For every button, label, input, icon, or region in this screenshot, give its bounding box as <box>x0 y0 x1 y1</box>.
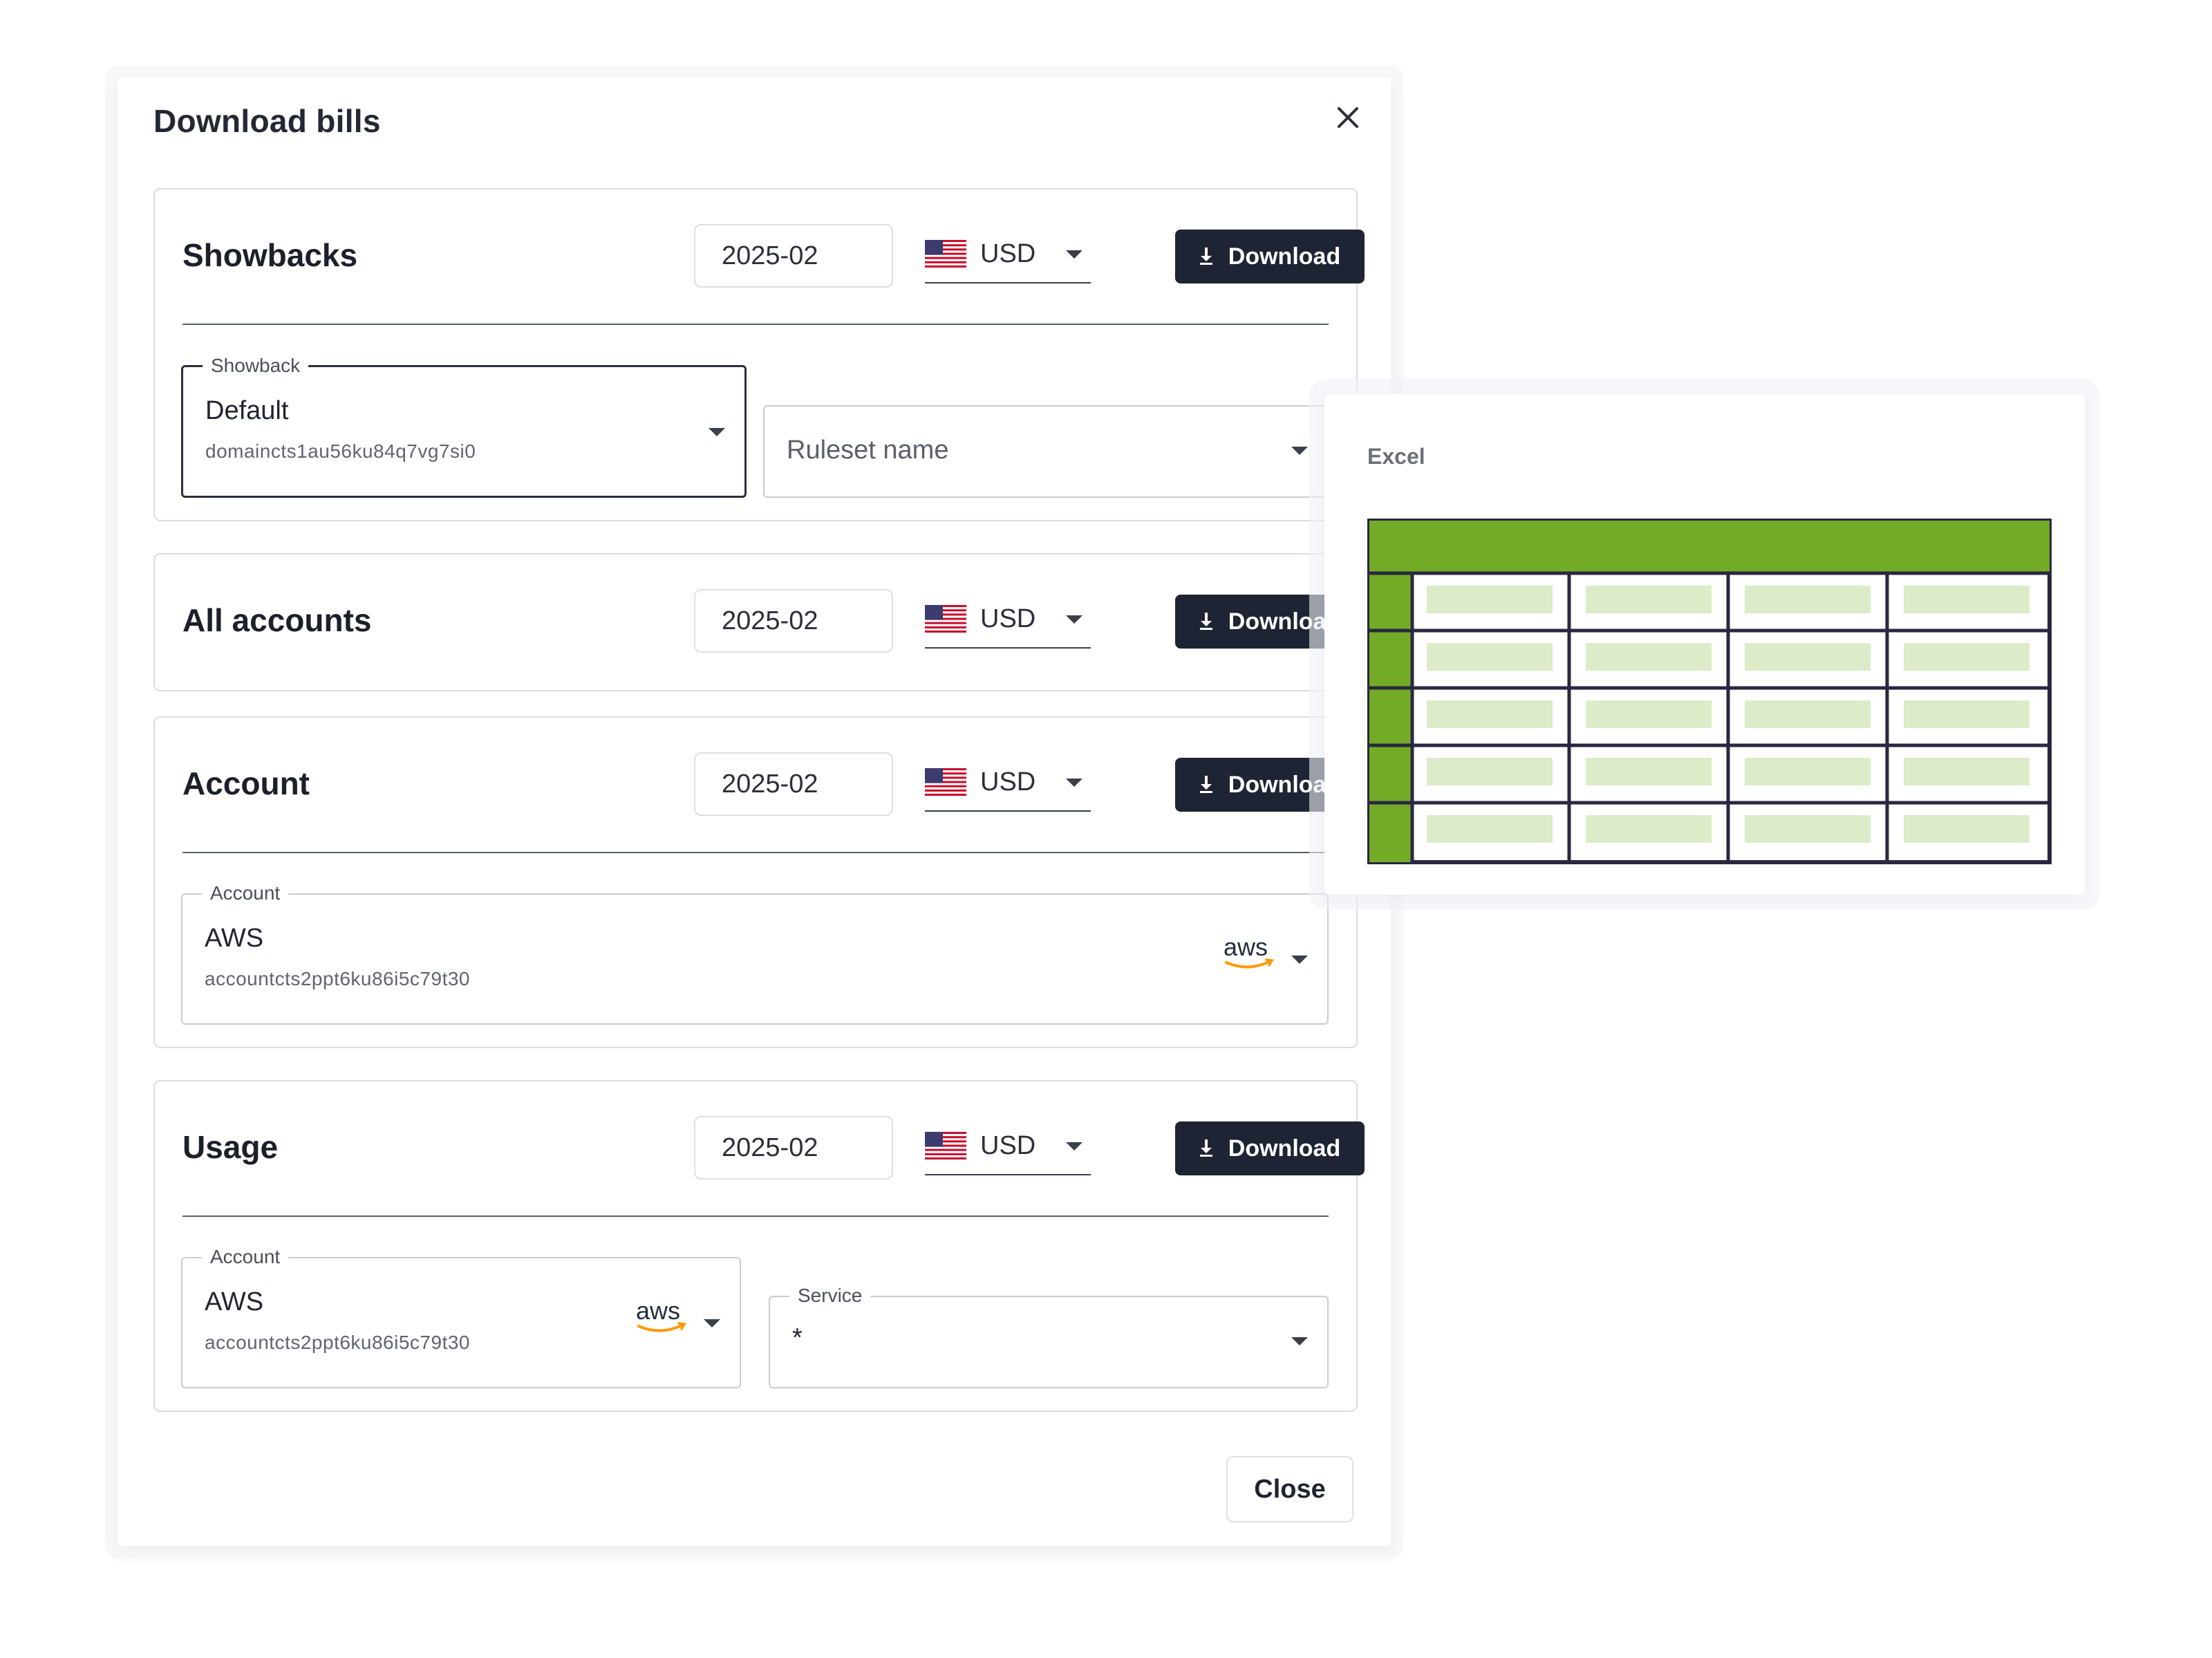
download-icon <box>1199 776 1212 793</box>
currency-select[interactable]: USD <box>925 225 1091 283</box>
showback-select[interactable]: Showback Default domaincts1au56ku84q7vg7… <box>181 355 747 498</box>
caret-down-icon <box>709 428 725 436</box>
excel-preview-panel: Excel <box>1324 394 2085 895</box>
download-bills-dialog: Download bills Showbacks 2025-02 USD Dow… <box>118 77 1391 1546</box>
currency-select[interactable]: USD <box>925 590 1091 649</box>
section-title: Usage <box>182 1129 279 1165</box>
date-input[interactable]: 2025-02 <box>694 224 893 288</box>
usage-account-select[interactable]: Account AWS accountcts2ppt6ku86i5c79t30 … <box>181 1246 741 1388</box>
select-placeholder: Ruleset name <box>787 436 949 465</box>
caret-down-icon <box>1066 779 1082 787</box>
dialog-title: Download bills <box>153 103 381 139</box>
currency-select[interactable]: USD <box>925 754 1091 812</box>
download-button[interactable]: Download <box>1175 1121 1365 1175</box>
caret-down-icon <box>1066 615 1082 624</box>
aws-logo: aws <box>636 1296 687 1339</box>
close-icon[interactable] <box>1329 98 1367 137</box>
date-input[interactable]: 2025-02 <box>694 752 893 816</box>
close-button[interactable]: Close <box>1226 1456 1353 1522</box>
section-title: Showbacks <box>182 237 358 273</box>
caret-down-icon <box>1291 447 1308 455</box>
ruleset-select[interactable]: Ruleset name <box>763 405 1329 498</box>
download-icon <box>1199 613 1212 630</box>
all-accounts-card: All accounts 2025-02 USD Download <box>153 553 1365 691</box>
select-label: Account <box>202 1246 289 1268</box>
select-label: Showback <box>203 355 309 377</box>
select-label: Account <box>202 882 289 904</box>
us-flag-icon <box>925 240 966 268</box>
us-flag-icon <box>925 1132 966 1159</box>
download-icon <box>1199 1139 1212 1157</box>
section-title: Account <box>182 765 310 801</box>
select-label: Service <box>789 1285 871 1307</box>
select-value: AWS <box>205 924 264 953</box>
download-label: Download <box>1228 608 1341 635</box>
caret-down-icon <box>1066 1142 1082 1151</box>
caret-down-icon <box>704 1319 720 1328</box>
currency-value: USD <box>980 239 1036 268</box>
account-card: Account 2025-02 USD Download Account AWS… <box>153 716 1365 1048</box>
select-subtext: accountcts2ppt6ku86i5c79t30 <box>205 1332 470 1353</box>
download-label: Download <box>1228 1135 1341 1162</box>
excel-label: Excel <box>1367 444 1425 469</box>
date-input[interactable]: 2025-02 <box>694 1116 893 1180</box>
showbacks-card: Showbacks 2025-02 USD Download Showback … <box>153 188 1365 521</box>
currency-value: USD <box>980 767 1036 797</box>
account-select[interactable]: Account AWS accountcts2ppt6ku86i5c79t30 … <box>181 882 1329 1025</box>
download-icon <box>1199 248 1212 265</box>
caret-down-icon <box>1291 956 1308 964</box>
select-value: * <box>792 1323 803 1352</box>
service-select[interactable]: Service * <box>769 1285 1329 1388</box>
aws-logo: aws <box>1224 933 1275 976</box>
currency-value: USD <box>980 1130 1036 1160</box>
aws-logo-text: aws <box>636 1298 680 1325</box>
select-value: AWS <box>205 1287 264 1316</box>
download-button[interactable]: Download <box>1175 230 1365 283</box>
us-flag-icon <box>925 605 966 633</box>
select-subtext: domaincts1au56ku84q7vg7si0 <box>205 440 476 462</box>
currency-select[interactable]: USD <box>925 1117 1091 1175</box>
caret-down-icon <box>1066 250 1082 259</box>
caret-down-icon <box>1291 1337 1308 1345</box>
date-input[interactable]: 2025-02 <box>694 589 893 653</box>
aws-logo-text: aws <box>1224 935 1268 961</box>
currency-value: USD <box>980 604 1036 633</box>
section-title: All accounts <box>182 602 372 638</box>
select-value: Default <box>205 396 289 425</box>
spreadsheet-icon <box>1367 519 2052 864</box>
download-label: Download <box>1228 243 1341 270</box>
usage-card: Usage 2025-02 USD Download Account AWS a… <box>153 1080 1365 1412</box>
select-subtext: accountcts2ppt6ku86i5c79t30 <box>205 968 470 989</box>
section-divider <box>182 1215 1329 1217</box>
section-divider <box>182 852 1329 853</box>
us-flag-icon <box>925 768 966 796</box>
section-divider <box>182 324 1329 325</box>
download-label: Download <box>1228 771 1341 798</box>
